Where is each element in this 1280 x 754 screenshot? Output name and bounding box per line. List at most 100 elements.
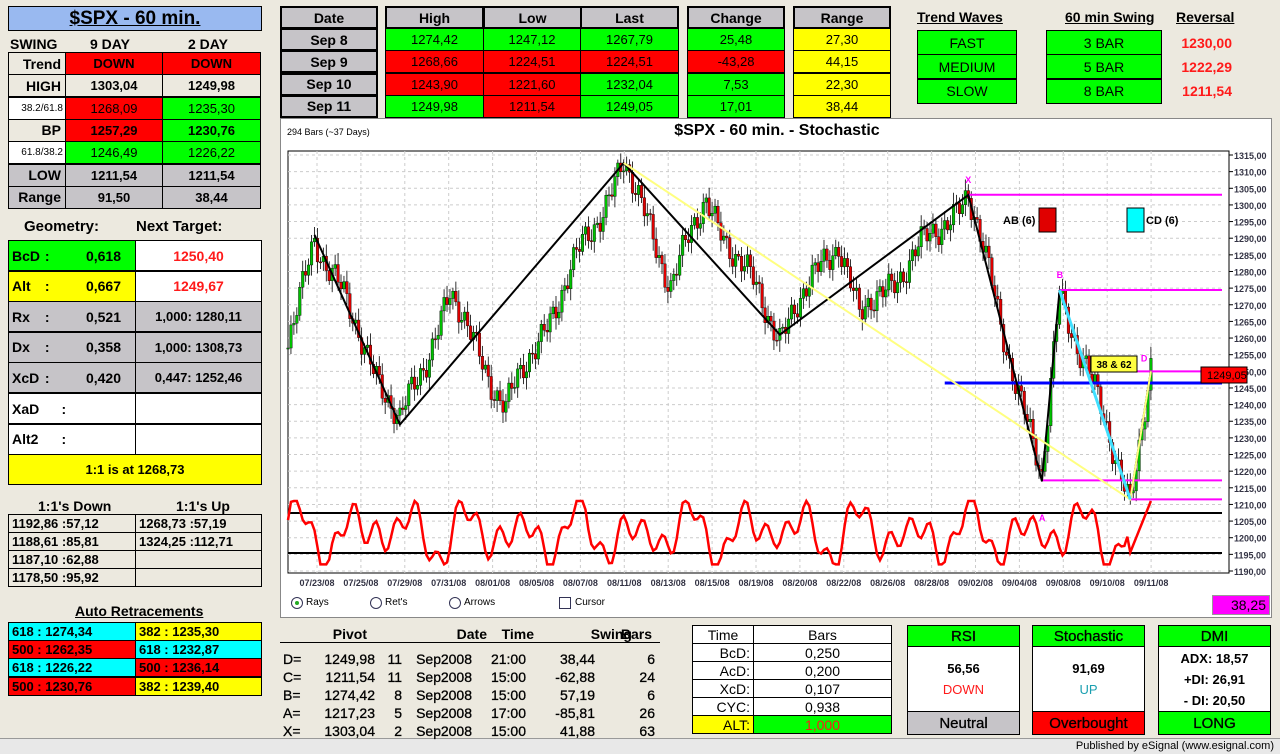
candle-body — [448, 298, 452, 305]
daily-date: Sep 9 — [280, 50, 378, 74]
candle-body — [810, 264, 814, 288]
candle-body — [875, 291, 879, 311]
candle-body — [413, 376, 417, 390]
pivot-x-label: X — [965, 175, 971, 185]
candle-body — [366, 344, 370, 348]
candle-body — [657, 255, 661, 258]
next-target-label: Next Target: — [136, 218, 223, 235]
pivot-v: 1274,42 — [324, 687, 375, 703]
daily-range: 22,30 — [793, 72, 891, 96]
candle-body — [442, 297, 446, 312]
reversal-value: 1222,29 — [1181, 58, 1232, 75]
candle-body — [798, 298, 802, 318]
swing-2day-value: 38,44 — [162, 185, 261, 209]
pivot-p: D= — [283, 651, 302, 667]
candle-body — [410, 376, 414, 385]
candle-body — [760, 283, 764, 309]
candle-body — [816, 262, 820, 272]
pivot-header-date: Date — [365, 625, 495, 643]
price-tick-label: 1240,00 — [1234, 401, 1267, 411]
pivot-d: 2 — [394, 723, 402, 739]
price-tick-label: 1215,00 — [1234, 484, 1267, 494]
radio-arrows[interactable] — [449, 597, 461, 609]
cd-swatch — [1126, 207, 1145, 233]
geometry-row: Dx: 0,358 — [8, 331, 136, 363]
pivot-s: 38,44 — [559, 651, 595, 667]
colon: : — [44, 308, 50, 325]
candle-body — [610, 194, 614, 197]
candle-body — [846, 258, 850, 267]
candle-body — [893, 280, 897, 294]
pivot-s: -85,81 — [555, 705, 595, 721]
candle-body — [934, 223, 938, 237]
candle-body — [416, 385, 420, 390]
dmi-status: LONG — [1158, 711, 1271, 735]
geometry-target — [135, 423, 262, 455]
radio-rays[interactable] — [291, 597, 303, 609]
candle-body — [704, 197, 708, 203]
pivot-b: 63 — [639, 723, 655, 739]
candle-body — [289, 324, 293, 349]
price-tick-label: 1290,00 — [1234, 234, 1267, 244]
pivot-d-label: D — [1141, 353, 1148, 363]
geometry-ratio: 0,521 — [85, 308, 121, 325]
dmi-body: ADX: 18,57 +DI: 26,91 - DI: 20,50 — [1158, 646, 1271, 712]
price-tick-label: 1265,00 — [1234, 317, 1267, 327]
candle-body — [843, 258, 847, 267]
candle-body — [851, 287, 855, 291]
ab-label: AB (6) — [1003, 215, 1036, 227]
candle-body — [642, 197, 646, 217]
date-tick-label: 09/11/08 — [1134, 578, 1169, 588]
date-tick-label: 07/31/08 — [431, 578, 466, 588]
candle-body — [345, 281, 349, 294]
candle-body — [716, 205, 720, 223]
candle-body — [907, 260, 911, 283]
swing-2day-value: 1230,76 — [162, 118, 261, 142]
ratio-label: 38 & 62 — [1096, 360, 1131, 371]
candle-body — [949, 224, 953, 231]
radio-rets[interactable] — [370, 597, 382, 609]
date-tick-label: 08/05/08 — [519, 578, 554, 588]
price-tick-label: 1310,00 — [1234, 168, 1267, 178]
candle-body — [398, 407, 402, 416]
geometry-ratio: 0,667 — [85, 278, 121, 295]
one-to-one-up: 1324,25 :112,71 — [135, 532, 262, 551]
swing-bar-button: 5 BAR — [1046, 54, 1162, 80]
candle-body — [578, 249, 582, 252]
pivot-v: 1211,54 — [325, 669, 375, 685]
candle-body — [539, 324, 543, 342]
geometry-target: 1250,40 — [135, 240, 262, 271]
pivot-p: C= — [283, 669, 302, 685]
retracement-left: 618 : 1226,22 — [8, 658, 136, 678]
timebars-label: CYC: — [692, 697, 754, 716]
one-to-one-note: 1:1 is at 1268,73 — [8, 454, 262, 485]
candle-body — [713, 205, 717, 214]
cursor-checkbox[interactable] — [559, 597, 571, 609]
candle-body — [419, 368, 423, 386]
candle-body — [421, 368, 425, 371]
candle-body — [666, 287, 670, 292]
stoch-title: Stochastic — [1032, 625, 1145, 647]
price-chart[interactable]: 294 Bars (~37 Days) $SPX - 60 min. - Sto… — [280, 118, 1272, 618]
swing-9day-value: 1211,54 — [65, 163, 163, 187]
candle-body — [904, 281, 908, 283]
daily-low: 1247,12 — [483, 28, 581, 51]
candle-body — [424, 369, 428, 378]
candle-body — [899, 271, 903, 283]
daily-change: -43,28 — [687, 50, 785, 74]
candle-body — [884, 289, 888, 298]
candle-body — [860, 309, 864, 320]
geometry-target: 1,000: 1308,73 — [135, 331, 262, 363]
candle-body — [648, 213, 652, 215]
candle-body — [430, 338, 434, 361]
daily-date: Sep 10 — [280, 72, 378, 96]
candle-body — [1093, 374, 1097, 382]
candle-body — [295, 315, 299, 324]
chart-canvas[interactable]: 1315,00 1310,00 1305,00 1300,00 1295,00 1290,… — [281, 119, 1273, 619]
candle-body — [931, 223, 935, 234]
candle-body — [987, 245, 991, 258]
price-tick-label: 1220,00 — [1234, 467, 1267, 477]
candle-body — [745, 254, 749, 267]
price-tick-label: 1280,00 — [1234, 267, 1267, 277]
candle-body — [286, 347, 290, 350]
